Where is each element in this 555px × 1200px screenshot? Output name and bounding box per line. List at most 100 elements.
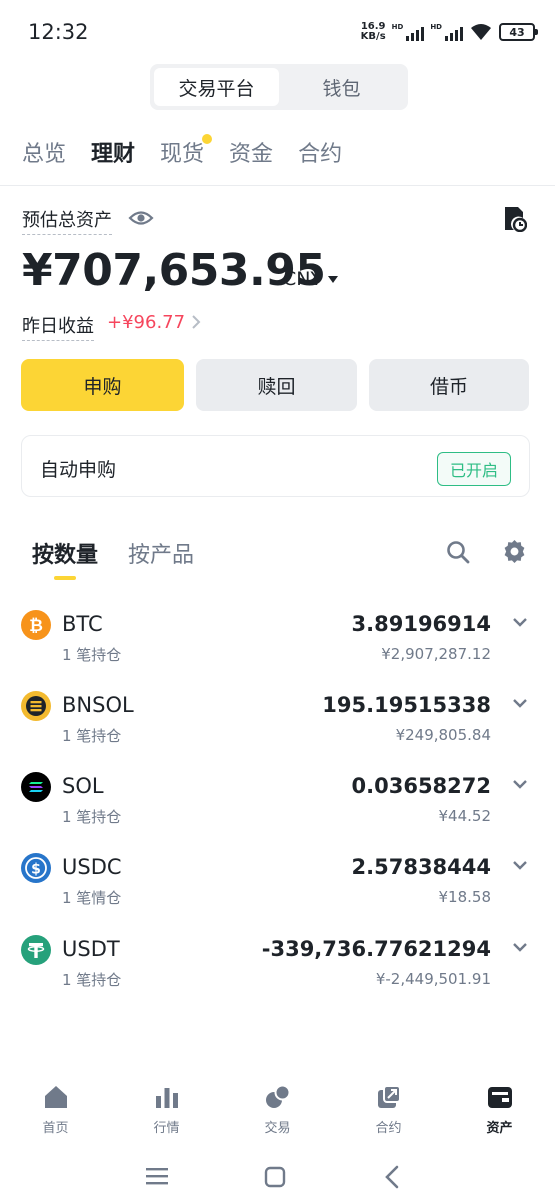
currency-selector[interactable]: CNY (283, 268, 339, 290)
asset-amount: 0.03658272 (351, 774, 491, 798)
bar-chart-icon (155, 1088, 178, 1108)
bottom-navigation: 首页 行情 交易 合约 资产 (0, 1083, 555, 1143)
total-asset-value: ¥707,653.95 (22, 245, 326, 296)
nav-assets-label: 资产 (486, 1121, 513, 1136)
notification-dot (202, 134, 213, 144)
auto-subscribe-label: 自动申购 (40, 459, 117, 481)
nav-markets[interactable]: 行情 (111, 1083, 222, 1143)
asset-amount: 2.57838444 (351, 855, 491, 879)
search-icon[interactable] (446, 540, 470, 564)
signal-strength-icon-2: HD (430, 23, 463, 41)
caret-down-icon (328, 275, 339, 283)
status-indicators: 16.9 KB/s HD HD 43 (360, 21, 538, 42)
status-time: 12:32 (28, 20, 89, 44)
eye-icon[interactable] (128, 207, 154, 229)
asset-amount: 3.89196914 (351, 612, 491, 636)
yesterday-pnl-label[interactable]: 昨日收益 (22, 312, 94, 341)
auto-subscribe-card[interactable]: 自动申购 已开启 (21, 435, 530, 497)
network-speed: 16.9 KB/s (360, 21, 386, 42)
asset-cny-value: ¥249,805.84 (395, 726, 491, 744)
nav-markets-label: 行情 (153, 1121, 180, 1136)
svg-text:$: $ (31, 862, 41, 878)
asset-cny-value: ¥2,907,287.12 (381, 645, 491, 663)
asset-position-count: 1 笔持仓 (62, 646, 122, 664)
wallet-icon (487, 1087, 512, 1108)
list-sort-tabs: 按数量 按产品 (32, 537, 194, 580)
tab-earn[interactable]: 理财 (91, 136, 135, 168)
segment-wallet[interactable]: 钱包 (279, 68, 404, 106)
bnsol-icon (21, 691, 51, 721)
usdt-icon (21, 935, 51, 965)
asset-position-count: 1 笔持仓 (62, 808, 122, 826)
signal-strength-icon: HD (392, 23, 425, 41)
asset-row-bnsol[interactable]: BNSOL 1 笔持仓 195.19515338 ¥249,805.84 (0, 691, 555, 773)
currency-label: CNY (283, 268, 323, 290)
tab-funding[interactable]: 资金 (229, 136, 273, 168)
nav-futures[interactable]: 合约 (333, 1083, 444, 1143)
asset-symbol: USDT (62, 937, 120, 961)
asset-tabs: 总览 理财 现货 资金 合约 (22, 134, 342, 168)
asset-symbol: SOL (62, 774, 104, 798)
asset-cny-value: ¥44.52 (438, 807, 492, 825)
asset-row-btc[interactable]: ₿ BTC 1 笔持仓 3.89196914 ¥2,907,287.12 (0, 610, 555, 692)
borrow-button[interactable]: 借币 (369, 359, 529, 411)
chevron-down-icon[interactable] (512, 697, 528, 709)
asset-position-count: 1 笔持仓 (62, 971, 122, 989)
menu-icon[interactable] (146, 1167, 168, 1185)
home-square-icon[interactable] (264, 1166, 286, 1188)
system-navigation-bar (0, 1155, 555, 1200)
asset-row-sol[interactable]: SOL 1 笔持仓 0.03658272 ¥44.52 (0, 772, 555, 854)
futures-icon (377, 1085, 401, 1108)
wifi-icon (471, 24, 491, 40)
chevron-down-icon[interactable] (512, 616, 528, 628)
usdc-icon: $ (21, 853, 51, 883)
back-icon[interactable] (384, 1165, 400, 1189)
history-icon[interactable] (503, 206, 527, 232)
tab-by-quantity[interactable]: 按数量 (32, 537, 99, 580)
tab-by-product[interactable]: 按产品 (128, 537, 194, 569)
chevron-down-icon[interactable] (512, 941, 528, 953)
nav-trade-label: 交易 (264, 1121, 291, 1136)
nav-futures-label: 合约 (375, 1121, 402, 1136)
subscribe-button[interactable]: 申购 (21, 359, 184, 411)
asset-amount: 195.19515338 (322, 693, 491, 717)
btc-icon: ₿ (21, 610, 51, 640)
tab-futures[interactable]: 合约 (298, 136, 342, 168)
nav-assets[interactable]: 资产 (444, 1083, 555, 1143)
nav-home-label: 首页 (42, 1121, 69, 1136)
asset-amount: -339,736.77621294 (261, 937, 491, 961)
status-bar: 12:32 16.9 KB/s HD HD 43 (0, 0, 555, 62)
trade-icon (265, 1084, 290, 1108)
asset-row-usdt[interactable]: USDT 1 笔持仓 -339,736.77621294 ¥-2,449,501… (0, 935, 555, 1017)
home-icon (44, 1086, 67, 1108)
active-tab-indicator (54, 576, 76, 580)
sol-icon (21, 772, 51, 802)
nav-home[interactable]: 首页 (0, 1083, 111, 1143)
asset-symbol: USDC (62, 855, 122, 879)
segment-exchange[interactable]: 交易平台 (154, 68, 279, 106)
chevron-down-icon[interactable] (512, 778, 528, 790)
asset-position-count: 1 笔持仓 (62, 727, 122, 745)
chevron-right-icon[interactable] (190, 314, 202, 330)
action-buttons: 申购 赎回 借币 (21, 359, 529, 411)
svg-text:₿: ₿ (29, 616, 43, 636)
gear-icon[interactable] (502, 539, 527, 564)
auto-subscribe-status-badge[interactable]: 已开启 (436, 452, 511, 486)
chevron-down-icon[interactable] (512, 859, 528, 871)
tab-by-quantity-label: 按数量 (32, 543, 99, 568)
tab-spot[interactable]: 现货 (160, 134, 213, 168)
yesterday-pnl-value[interactable]: +¥96.77 (107, 312, 185, 333)
estimated-total-label[interactable]: 预估总资产 (22, 206, 112, 235)
tab-spot-label: 现货 (160, 142, 205, 167)
tabs-divider (0, 185, 555, 186)
platform-switcher: 交易平台 钱包 (150, 64, 408, 110)
asset-cny-value: ¥18.58 (438, 888, 492, 906)
asset-position-count: 1 笔情仓 (62, 889, 122, 907)
asset-cny-value: ¥-2,449,501.91 (375, 970, 491, 988)
asset-symbol: BTC (62, 612, 103, 636)
redeem-button[interactable]: 赎回 (196, 359, 357, 411)
asset-symbol: BNSOL (62, 693, 134, 717)
nav-trade[interactable]: 交易 (222, 1083, 333, 1143)
asset-row-usdc[interactable]: $ USDC 1 笔情仓 2.57838444 ¥18.58 (0, 853, 555, 935)
tab-overview[interactable]: 总览 (22, 136, 66, 168)
